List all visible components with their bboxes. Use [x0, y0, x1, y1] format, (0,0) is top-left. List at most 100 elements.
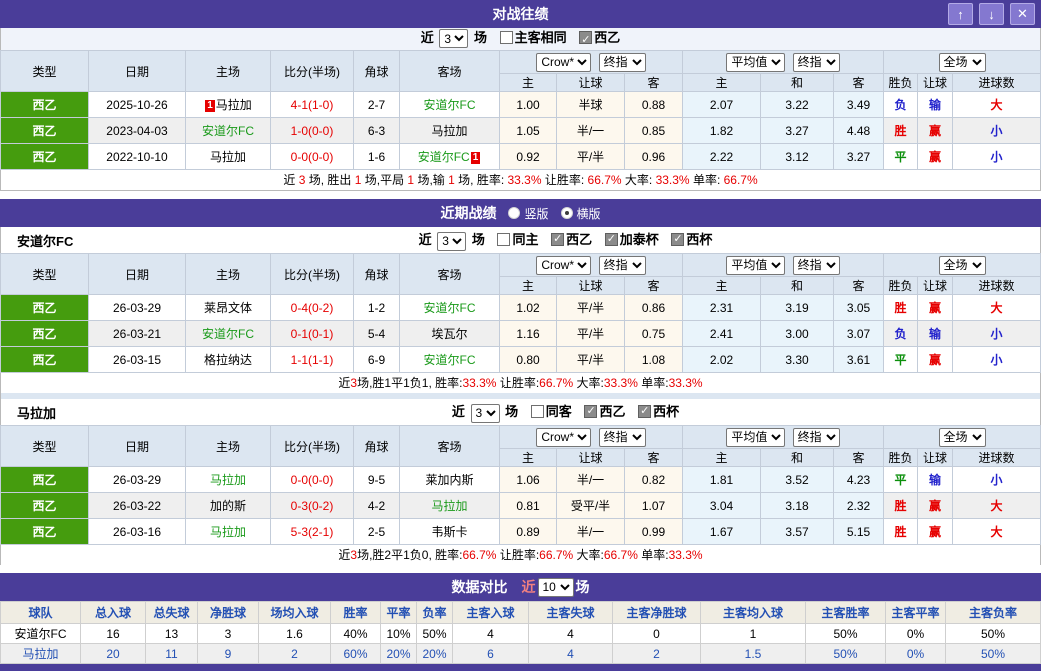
andorra-league-checkbox[interactable]	[551, 233, 564, 246]
malaga-avg-source-select[interactable]: 平均值	[726, 428, 785, 447]
stat-cell: 4	[529, 644, 613, 664]
andorra-odds-source-select[interactable]: Crow*	[536, 256, 591, 275]
stat-cell: 3	[198, 624, 259, 644]
avg-away-cell: 3.27	[834, 144, 884, 170]
odds-away-cell: 0.88	[625, 92, 683, 118]
h2h-odds-source-select[interactable]: Crow*	[536, 53, 591, 72]
summary-segment: 33.3%	[462, 376, 496, 390]
date-cell: 26-03-29	[89, 295, 186, 321]
odds-line-cell: 半/一	[557, 118, 625, 144]
andorra-avg-kind-select[interactable]: 终指	[793, 256, 840, 275]
section-gap	[0, 191, 1041, 199]
summary-segment: 66.7%	[588, 173, 622, 187]
goals-result-cell: 大	[953, 295, 1041, 321]
summary-segment: 33.3%	[604, 376, 638, 390]
malaga-odds-kind-select[interactable]: 终指	[599, 428, 646, 447]
stat-cell: 50%	[806, 624, 886, 644]
odds-away-cell: 1.07	[625, 493, 683, 519]
avg-away-cell: 4.23	[834, 467, 884, 493]
team-name: 马拉加	[216, 98, 252, 112]
date-cell: 2022-10-10	[89, 144, 186, 170]
andorra-scope-select[interactable]: 全场	[939, 256, 986, 275]
horizontal-layout-radio[interactable]	[561, 207, 573, 219]
matches-label: 场	[474, 30, 487, 45]
andorra-spanish-cup-label: 西杯	[686, 232, 712, 247]
cmp-col-draw-rate: 平率	[381, 602, 417, 624]
cmp-col-ha-goals-for: 主客入球	[453, 602, 529, 624]
cmp-col-goals-for: 总入球	[81, 602, 146, 624]
team-name: 马拉加	[210, 473, 246, 487]
league-filter-checkbox[interactable]	[579, 31, 592, 44]
andorra-near-count-select[interactable]: 3	[437, 232, 466, 251]
match-row: 西乙26-03-29马拉加0-0(0-0)9-5莱加内斯1.06半/一0.821…	[1, 467, 1041, 493]
score-cell: 0-0(0-0)	[271, 467, 354, 493]
vertical-layout-label: 竖版	[524, 205, 548, 222]
team-name: 安道尔FC	[202, 124, 254, 138]
stat-cell: 20%	[381, 644, 417, 664]
summary-segment: 单率:	[638, 376, 669, 390]
score-cell: 0-3(0-2)	[271, 493, 354, 519]
team-name: 韦斯卡	[431, 525, 467, 539]
stat-cell: 20	[81, 644, 146, 664]
malaga-near-count-select[interactable]: 3	[471, 404, 500, 423]
cmp-col-ha-goals-against: 主客失球	[529, 602, 613, 624]
malaga-odds-source-select[interactable]: Crow*	[536, 428, 591, 447]
score-cell: 1-1(1-1)	[271, 347, 354, 373]
section-gap	[0, 565, 1041, 573]
col-odds-home: 主	[500, 277, 557, 295]
summary-segment: 让胜率:	[496, 548, 539, 562]
same-homeaway-checkbox[interactable]	[500, 31, 513, 44]
malaga-spanish-cup-checkbox[interactable]	[638, 405, 651, 418]
avg-home-cell: 1.81	[683, 467, 761, 493]
team-name: 马拉加	[210, 525, 246, 539]
andorra-spanish-cup-checkbox[interactable]	[671, 233, 684, 246]
team-name: 埃瓦尔	[431, 327, 467, 341]
h2h-section: 对战往绩 ↑ ↓ ✕ 近 3 场 主客相同 西乙 类型 日期 主场 比分(半场)…	[0, 0, 1041, 191]
compare-near-count-select[interactable]: 10	[538, 578, 574, 597]
h2h-near-count-select[interactable]: 3	[439, 29, 468, 48]
wdl-result-cell: 负	[884, 321, 918, 347]
h2h-scope-select[interactable]: 全场	[939, 53, 986, 72]
wdl-result-cell: 负	[884, 92, 918, 118]
same-away-checkbox[interactable]	[531, 405, 544, 418]
move-down-icon[interactable]: ↓	[979, 3, 1004, 25]
odds-home-cell: 0.92	[500, 144, 557, 170]
result-group-header: 全场	[884, 254, 1041, 277]
col-odds-away: 客	[625, 277, 683, 295]
andorra-catalan-cup-label: 加泰杯	[620, 232, 659, 247]
league-cell: 西乙	[1, 347, 89, 373]
same-home-checkbox[interactable]	[497, 233, 510, 246]
col-date: 日期	[89, 426, 186, 467]
move-up-icon[interactable]: ↑	[948, 3, 973, 25]
near-label: 近	[421, 30, 434, 45]
malaga-scope-select[interactable]: 全场	[939, 428, 986, 447]
vertical-layout-radio[interactable]	[508, 207, 520, 219]
away-team-cell: 马拉加	[400, 493, 500, 519]
col-score: 比分(半场)	[271, 254, 354, 295]
avg-away-cell: 3.07	[834, 321, 884, 347]
score-cell: 4-1(1-0)	[271, 92, 354, 118]
stat-cell: 50%	[806, 644, 886, 664]
malaga-league-checkbox[interactable]	[584, 405, 597, 418]
malaga-avg-kind-select[interactable]: 终指	[793, 428, 840, 447]
summary-segment: 场, 胜率:	[455, 173, 508, 187]
avg-home-cell: 1.82	[683, 118, 761, 144]
h2h-avg-kind-select[interactable]: 终指	[793, 53, 840, 72]
andorra-avg-source-select[interactable]: 平均值	[726, 256, 785, 275]
avg-away-cell: 4.48	[834, 118, 884, 144]
match-row: 西乙2023-04-03安道尔FC1-0(0-0)6-3马拉加1.05半/一0.…	[1, 118, 1041, 144]
andorra-catalan-cup-checkbox[interactable]	[605, 233, 618, 246]
h2h-odds-kind-select[interactable]: 终指	[599, 53, 646, 72]
andorra-odds-kind-select[interactable]: 终指	[599, 256, 646, 275]
col-type: 类型	[1, 51, 89, 92]
wdl-result-cell: 平	[884, 467, 918, 493]
summary-segment: 33.3%	[507, 173, 541, 187]
col-odds-away: 客	[625, 74, 683, 92]
col-avg-away: 客	[834, 74, 884, 92]
close-icon[interactable]: ✕	[1010, 3, 1035, 25]
wdl-result-cell: 胜	[884, 493, 918, 519]
stat-cell: 20%	[417, 644, 453, 664]
team-cell: 安道尔FC	[1, 624, 81, 644]
stat-cell: 0	[613, 624, 701, 644]
h2h-avg-source-select[interactable]: 平均值	[726, 53, 785, 72]
